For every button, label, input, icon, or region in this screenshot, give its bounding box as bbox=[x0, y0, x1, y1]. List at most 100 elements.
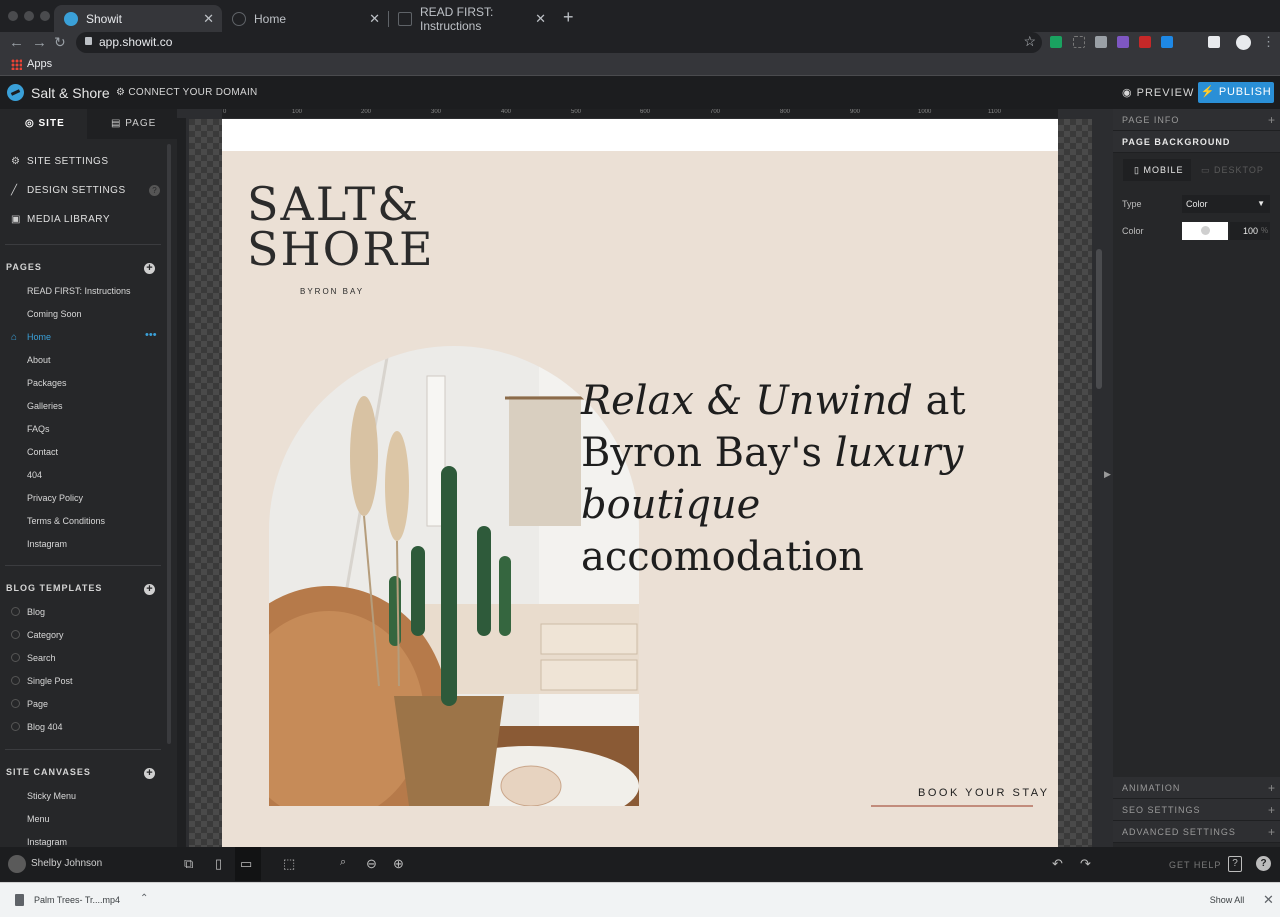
extension-icon[interactable] bbox=[1139, 36, 1151, 48]
blog-item-page[interactable]: Page bbox=[27, 699, 48, 709]
tab-site[interactable]: ◎ SITE bbox=[0, 109, 87, 139]
grid-select-icon[interactable]: ⬚ bbox=[283, 856, 295, 872]
page-item-about[interactable]: About bbox=[27, 355, 51, 365]
add-blog-template-icon[interactable]: + bbox=[144, 584, 155, 595]
page-item-privacy[interactable]: Privacy Policy bbox=[27, 493, 83, 503]
blog-item-blog[interactable]: Blog bbox=[27, 607, 45, 617]
color-swatch[interactable] bbox=[1182, 222, 1228, 240]
help-book-icon[interactable]: ? bbox=[1228, 856, 1242, 872]
add-canvas-icon[interactable]: + bbox=[144, 768, 155, 779]
chat-help-icon[interactable]: ? bbox=[1256, 856, 1271, 871]
brand-logo-line1[interactable]: SALT& bbox=[247, 181, 420, 227]
both-views-icon[interactable]: ⧉ bbox=[184, 856, 193, 872]
zoom-in-icon[interactable]: ⊕ bbox=[393, 856, 404, 872]
kebab-menu-icon[interactable]: ⋮ bbox=[1262, 34, 1275, 50]
brand-location[interactable]: BYRON BAY bbox=[300, 287, 364, 296]
apps-bookmark[interactable]: Apps bbox=[27, 58, 52, 70]
extension-icon[interactable] bbox=[1117, 36, 1129, 48]
chevron-up-icon[interactable]: ⌃ bbox=[140, 893, 148, 904]
omnibox[interactable]: app.showit.co ☆ bbox=[76, 32, 1042, 53]
bookmark-star-icon[interactable]: ☆ bbox=[1023, 33, 1036, 50]
showit-logo-icon[interactable] bbox=[7, 84, 24, 101]
help-circle-icon[interactable]: ? bbox=[149, 185, 160, 196]
window-minimize-button[interactable] bbox=[24, 11, 34, 21]
tab-home[interactable]: Home ✕ bbox=[222, 5, 388, 32]
blog-item-404[interactable]: Blog 404 bbox=[27, 722, 63, 732]
design-settings-item[interactable]: ╱ DESIGN SETTINGS bbox=[11, 185, 126, 196]
page-item-terms[interactable]: Terms & Conditions bbox=[27, 516, 105, 526]
add-page-icon[interactable]: + bbox=[144, 263, 155, 274]
plus-icon[interactable]: + bbox=[1268, 821, 1276, 843]
forward-arrow-icon[interactable]: → bbox=[32, 34, 47, 51]
page-info-section[interactable]: PAGE INFO + bbox=[1113, 109, 1280, 131]
zoom-out-icon[interactable]: ⊖ bbox=[366, 856, 377, 872]
window-maximize-button[interactable] bbox=[40, 11, 50, 21]
page-item-home[interactable]: Home bbox=[27, 332, 51, 342]
desktop-tab[interactable]: ▭ DESKTOP bbox=[1201, 159, 1264, 181]
tab-showit[interactable]: Showit ✕ bbox=[54, 5, 222, 32]
page-item-packages[interactable]: Packages bbox=[27, 378, 67, 388]
canvas-item-instagram[interactable]: Instagram bbox=[27, 837, 67, 847]
canvas-scrollbar[interactable] bbox=[1096, 249, 1102, 389]
site-settings-item[interactable]: ⚙ SITE SETTINGS bbox=[11, 156, 109, 167]
page-item-contact[interactable]: Contact bbox=[27, 447, 58, 457]
back-arrow-icon[interactable]: ← bbox=[9, 34, 24, 51]
show-all-button[interactable]: Show All bbox=[1200, 889, 1254, 911]
canvas-item-menu[interactable]: Menu bbox=[27, 814, 50, 824]
desktop-view-button[interactable]: ▭ bbox=[235, 847, 261, 881]
close-icon[interactable]: ✕ bbox=[1263, 892, 1274, 908]
close-icon[interactable]: ✕ bbox=[535, 11, 546, 27]
blog-item-single-post[interactable]: Single Post bbox=[27, 676, 73, 686]
extension-icon[interactable] bbox=[1208, 36, 1220, 48]
download-extension-icon[interactable] bbox=[1161, 36, 1173, 48]
page-canvas[interactable]: SALT& SHORE BYRON BAY Relax & Unwind at … bbox=[222, 119, 1058, 847]
reload-icon[interactable]: ↻ bbox=[54, 34, 66, 51]
extension-icon[interactable] bbox=[1050, 36, 1062, 48]
close-icon[interactable]: ✕ bbox=[369, 11, 380, 27]
undo-icon[interactable]: ↶ bbox=[1052, 856, 1063, 872]
download-file-name[interactable]: Palm Trees- Tr....mp4 bbox=[34, 895, 120, 905]
page-item-galleries[interactable]: Galleries bbox=[27, 401, 63, 411]
plus-icon[interactable]: + bbox=[1268, 799, 1276, 821]
book-your-stay-button[interactable]: BOOK YOUR STAY bbox=[918, 787, 1050, 799]
page-background-section[interactable]: PAGE BACKGROUND bbox=[1113, 131, 1280, 153]
sidebar-scrollbar[interactable] bbox=[167, 144, 171, 744]
camera-extension-icon[interactable] bbox=[1095, 36, 1107, 48]
avatar[interactable] bbox=[8, 855, 26, 873]
extension-icon[interactable] bbox=[1073, 36, 1085, 48]
brand-logo-line2[interactable]: SHORE bbox=[247, 226, 435, 272]
canvas-item-sticky-menu[interactable]: Sticky Menu bbox=[27, 791, 76, 801]
close-icon[interactable]: ✕ bbox=[203, 11, 214, 27]
page-item-read-first[interactable]: READ FIRST: Instructions bbox=[27, 286, 131, 296]
mobile-tab[interactable]: ▯ MOBILE bbox=[1123, 159, 1191, 181]
plus-icon[interactable]: + bbox=[1268, 777, 1276, 799]
sticky-menu-canvas[interactable] bbox=[222, 119, 1058, 151]
seo-settings-section[interactable]: SEO SETTINGS + bbox=[1113, 799, 1280, 821]
hero-headline[interactable]: Relax & Unwind at Byron Bay's luxury bou… bbox=[581, 375, 1041, 583]
page-item-coming-soon[interactable]: Coming Soon bbox=[27, 309, 82, 319]
mobile-view-icon[interactable]: ▯ bbox=[215, 856, 222, 872]
publish-button[interactable]: ⚡ PUBLISH bbox=[1198, 82, 1274, 103]
blog-item-search[interactable]: Search bbox=[27, 653, 56, 663]
preview-button[interactable]: ◉ PREVIEW bbox=[1122, 86, 1194, 99]
zoom-fit-icon[interactable]: ⌕ bbox=[340, 856, 346, 869]
animation-section[interactable]: ANIMATION + bbox=[1113, 777, 1280, 799]
page-item-instagram[interactable]: Instagram bbox=[27, 539, 67, 549]
url-text[interactable]: app.showit.co bbox=[99, 35, 172, 49]
site-name[interactable]: Salt & Shore bbox=[31, 85, 110, 101]
tab-page[interactable]: ▤ PAGE bbox=[87, 109, 177, 139]
blog-item-category[interactable]: Category bbox=[27, 630, 64, 640]
user-name[interactable]: Shelby Johnson bbox=[31, 858, 102, 869]
advanced-settings-section[interactable]: ADVANCED SETTINGS + bbox=[1113, 821, 1280, 843]
tab-read-first[interactable]: READ FIRST: Instructions ✕ bbox=[388, 5, 554, 33]
page-item-faqs[interactable]: FAQs bbox=[27, 424, 50, 434]
media-library-item[interactable]: ▣ MEDIA LIBRARY bbox=[11, 214, 110, 225]
collapse-arrow-icon[interactable]: ▶ bbox=[1104, 469, 1111, 480]
plus-icon[interactable]: + bbox=[1268, 109, 1276, 131]
apps-grid-icon[interactable] bbox=[11, 59, 22, 70]
connect-domain-link[interactable]: ⚙ CONNECT YOUR DOMAIN bbox=[116, 87, 258, 98]
new-tab-plus-icon[interactable]: + bbox=[563, 7, 574, 28]
profile-avatar[interactable] bbox=[1236, 35, 1251, 50]
redo-icon[interactable]: ↷ bbox=[1080, 856, 1091, 872]
page-item-404[interactable]: 404 bbox=[27, 470, 42, 480]
